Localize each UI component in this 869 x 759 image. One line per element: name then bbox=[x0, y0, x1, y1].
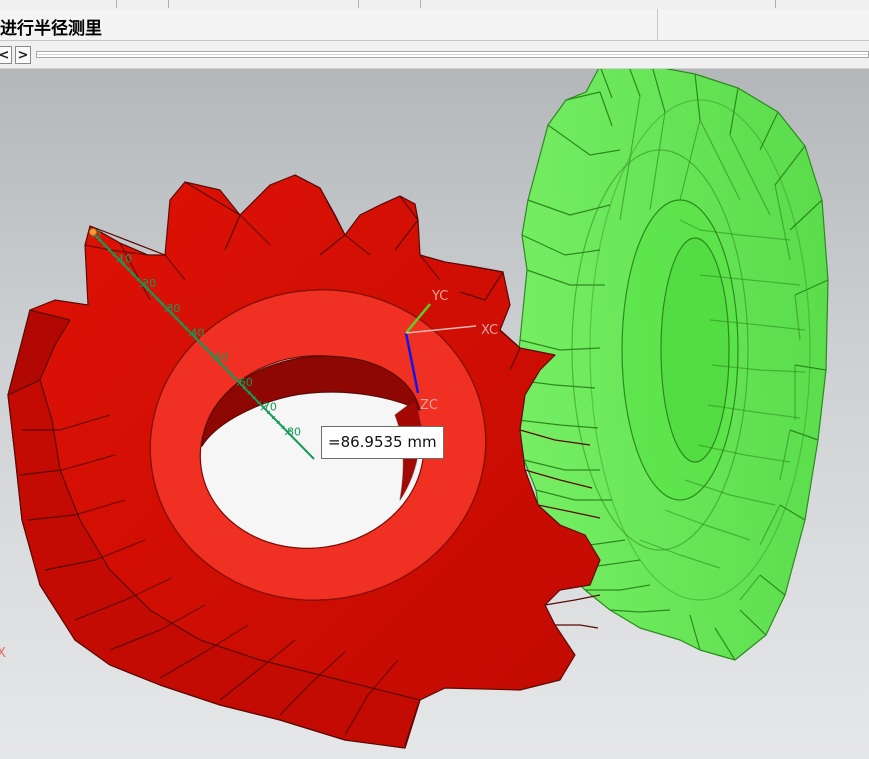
yc-axis-label: YC bbox=[431, 289, 448, 304]
zc-axis-label: ZC bbox=[420, 398, 438, 413]
gear-scene: 01020304050607080 YC XC ZC X bbox=[0, 69, 829, 749]
navigation-bar: < > bbox=[0, 41, 869, 69]
tab-divider bbox=[420, 0, 421, 8]
previous-button[interactable]: < bbox=[0, 46, 12, 64]
ruler-tick-label: 80 bbox=[287, 425, 301, 438]
ruler-tick-label: 10 bbox=[118, 253, 132, 266]
tab-divider bbox=[775, 0, 776, 8]
ruler-tick-label: 50 bbox=[215, 351, 229, 364]
progress-track bbox=[36, 51, 869, 58]
title-cell-divider bbox=[657, 9, 658, 40]
tab-divider bbox=[116, 0, 117, 8]
ruler-tick-label: 20 bbox=[142, 277, 156, 290]
edge-axis-label: X bbox=[0, 646, 6, 661]
red-gear[interactable] bbox=[7, 174, 601, 749]
ruler-tick-label: 70 bbox=[263, 401, 277, 414]
3d-viewport[interactable]: 0 10 20 30 40 50 60 70 80 YC XC ZC X =86.9535 mm bbox=[0, 69, 869, 759]
ruler-origin-marker bbox=[89, 228, 97, 236]
measurement-readout: =86.9535 mm bbox=[321, 426, 444, 459]
ruler-tick-label: 40 bbox=[190, 327, 204, 340]
dialog-title: 进行半径测里 bbox=[0, 19, 102, 39]
tab-divider bbox=[168, 0, 169, 8]
dialog-title-bar: 进行半径测里 bbox=[0, 9, 869, 41]
xc-axis-label: XC bbox=[481, 323, 498, 338]
ruler-tick-label: 60 bbox=[239, 376, 253, 389]
tab-divider bbox=[358, 0, 359, 8]
ruler-tick-label: 30 bbox=[166, 302, 180, 315]
next-button[interactable]: > bbox=[15, 46, 31, 64]
